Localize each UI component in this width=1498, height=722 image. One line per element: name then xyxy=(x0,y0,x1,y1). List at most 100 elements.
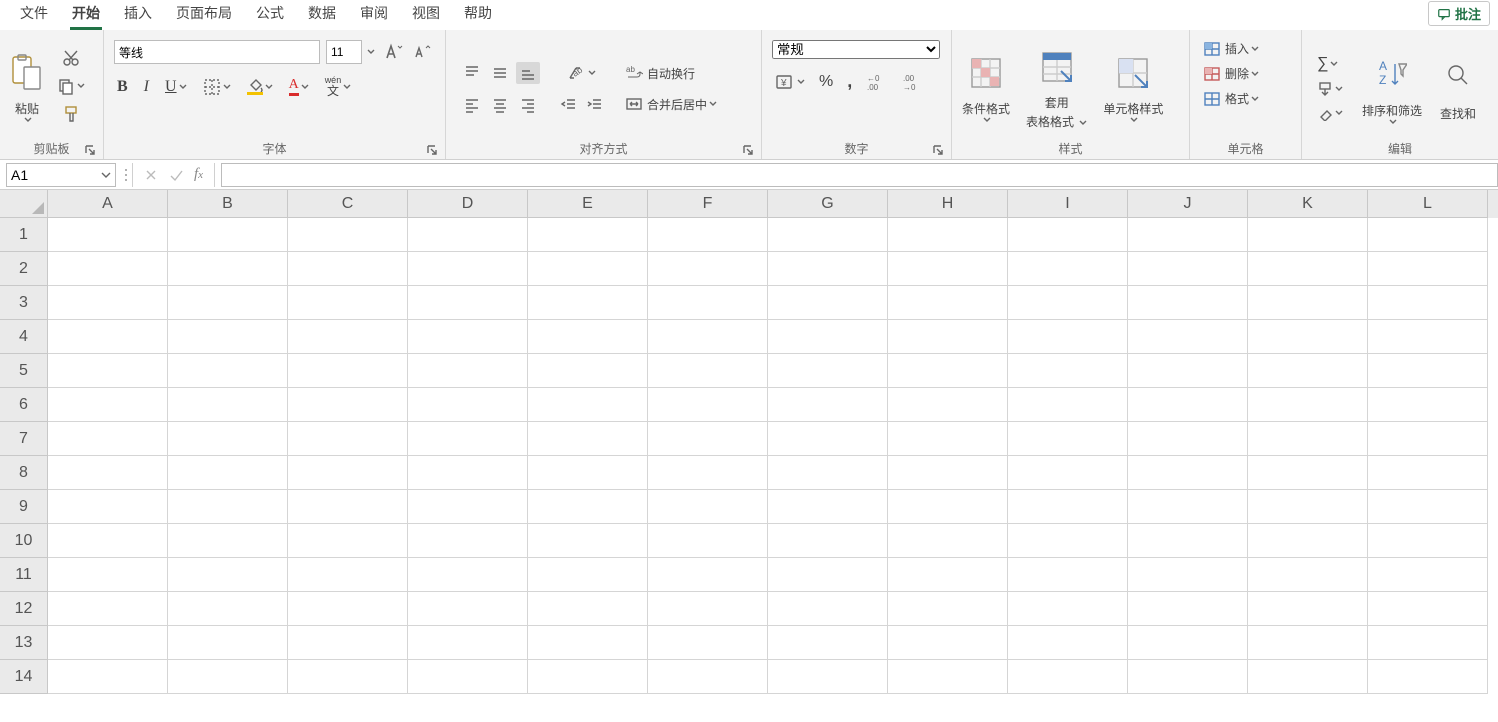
italic-button[interactable]: I xyxy=(141,76,152,98)
increase-indent-button[interactable] xyxy=(582,94,606,116)
name-box-input[interactable] xyxy=(11,167,81,183)
col-header[interactable]: K xyxy=(1248,190,1368,218)
cell[interactable] xyxy=(528,592,648,626)
cell[interactable] xyxy=(888,626,1008,660)
cell[interactable] xyxy=(1128,490,1248,524)
row-header[interactable]: 6 xyxy=(0,388,48,422)
cell[interactable] xyxy=(1248,558,1368,592)
paste-button[interactable]: 粘贴 xyxy=(4,46,50,125)
cell[interactable] xyxy=(768,524,888,558)
cell[interactable] xyxy=(408,388,528,422)
col-header[interactable]: A xyxy=(48,190,168,218)
cell[interactable] xyxy=(168,490,288,524)
cell[interactable] xyxy=(528,558,648,592)
decrease-font-button[interactable] xyxy=(408,41,434,63)
cell[interactable] xyxy=(48,660,168,694)
cell[interactable] xyxy=(168,320,288,354)
cell[interactable] xyxy=(888,286,1008,320)
tab-page-layout[interactable]: 页面布局 xyxy=(164,0,244,30)
font-size-dropdown[interactable] xyxy=(364,47,378,57)
align-left-button[interactable] xyxy=(460,94,484,116)
find-select-button[interactable]: 查找和 xyxy=(1434,51,1482,124)
increase-font-button[interactable] xyxy=(380,41,406,63)
cell[interactable] xyxy=(768,456,888,490)
insert-cells-button[interactable]: 插入 xyxy=(1200,38,1262,59)
cell[interactable] xyxy=(1008,218,1128,252)
cell[interactable] xyxy=(288,422,408,456)
cell[interactable] xyxy=(648,524,768,558)
row-header[interactable]: 14 xyxy=(0,660,48,694)
cell[interactable] xyxy=(48,422,168,456)
tab-formulas[interactable]: 公式 xyxy=(244,0,296,30)
cell[interactable] xyxy=(288,218,408,252)
cell[interactable] xyxy=(288,388,408,422)
cell[interactable] xyxy=(648,592,768,626)
align-middle-button[interactable] xyxy=(488,62,512,84)
cell[interactable] xyxy=(528,388,648,422)
increase-decimal-button[interactable]: ←0.00 xyxy=(863,71,891,93)
cell[interactable] xyxy=(408,660,528,694)
cell[interactable] xyxy=(888,490,1008,524)
cell[interactable] xyxy=(48,456,168,490)
format-as-table-button[interactable]: 套用 表格格式 xyxy=(1020,40,1093,132)
row-header[interactable]: 9 xyxy=(0,490,48,524)
cell[interactable] xyxy=(888,524,1008,558)
col-header[interactable]: H xyxy=(888,190,1008,218)
phonetic-guide-button[interactable]: wén文 xyxy=(322,74,355,99)
cell[interactable] xyxy=(1128,626,1248,660)
row-header[interactable]: 3 xyxy=(0,286,48,320)
cell[interactable] xyxy=(408,218,528,252)
cell[interactable] xyxy=(1128,218,1248,252)
cell[interactable] xyxy=(1008,592,1128,626)
align-center-button[interactable] xyxy=(488,94,512,116)
col-header[interactable]: L xyxy=(1368,190,1488,218)
cell[interactable] xyxy=(1368,558,1488,592)
cell[interactable] xyxy=(288,592,408,626)
cell[interactable] xyxy=(768,286,888,320)
row-header[interactable]: 4 xyxy=(0,320,48,354)
cell[interactable] xyxy=(768,354,888,388)
cell[interactable] xyxy=(648,626,768,660)
cell[interactable] xyxy=(1248,252,1368,286)
decrease-decimal-button[interactable]: .00→0 xyxy=(899,71,927,93)
fill-color-button[interactable] xyxy=(244,76,276,97)
cell[interactable] xyxy=(888,252,1008,286)
row-header[interactable]: 10 xyxy=(0,524,48,558)
cell[interactable] xyxy=(1008,490,1128,524)
cell[interactable] xyxy=(288,558,408,592)
cell[interactable] xyxy=(1008,388,1128,422)
cell[interactable] xyxy=(168,218,288,252)
cell[interactable] xyxy=(888,218,1008,252)
cell[interactable] xyxy=(768,218,888,252)
row-header[interactable]: 5 xyxy=(0,354,48,388)
col-header[interactable]: B xyxy=(168,190,288,218)
row-header[interactable]: 8 xyxy=(0,456,48,490)
comma-button[interactable]: , xyxy=(844,69,855,94)
underline-button[interactable]: U xyxy=(162,76,190,98)
cell[interactable] xyxy=(1128,286,1248,320)
cell[interactable] xyxy=(1368,320,1488,354)
cell[interactable] xyxy=(528,286,648,320)
cell[interactable] xyxy=(1128,388,1248,422)
align-top-button[interactable] xyxy=(460,62,484,84)
cell[interactable] xyxy=(288,490,408,524)
cell[interactable] xyxy=(1248,218,1368,252)
bold-button[interactable]: B xyxy=(114,76,131,98)
cell[interactable] xyxy=(1128,524,1248,558)
cell[interactable] xyxy=(888,592,1008,626)
cell[interactable] xyxy=(288,320,408,354)
cell[interactable] xyxy=(1248,626,1368,660)
cell[interactable] xyxy=(1248,286,1368,320)
cell[interactable] xyxy=(168,354,288,388)
tab-data[interactable]: 数据 xyxy=(296,0,348,30)
alignment-dialog-launcher[interactable] xyxy=(741,143,755,157)
cell[interactable] xyxy=(168,422,288,456)
cell[interactable] xyxy=(888,456,1008,490)
cell[interactable] xyxy=(408,354,528,388)
cell[interactable] xyxy=(1248,422,1368,456)
col-header[interactable]: F xyxy=(648,190,768,218)
cell[interactable] xyxy=(888,388,1008,422)
cell[interactable] xyxy=(48,218,168,252)
cell[interactable] xyxy=(1128,354,1248,388)
cell[interactable] xyxy=(888,660,1008,694)
